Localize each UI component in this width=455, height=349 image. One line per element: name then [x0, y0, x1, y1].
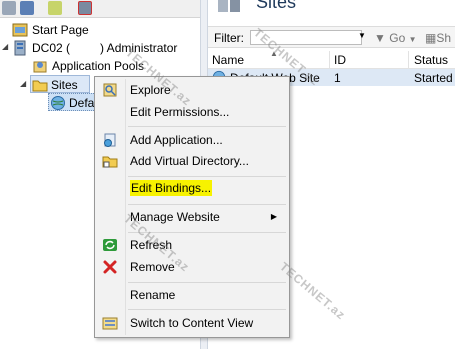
server-icon: [14, 40, 26, 56]
funnel-icon: ▼: [374, 31, 386, 45]
toolbar-button-1[interactable]: [2, 1, 16, 15]
cell-status: Started: [414, 71, 453, 85]
menu-item-rename[interactable]: Rename: [97, 284, 287, 306]
menu-item-remove[interactable]: Remove: [97, 256, 287, 278]
connect-icon[interactable]: [78, 1, 92, 15]
column-header-id[interactable]: ID: [334, 53, 346, 67]
column-separator[interactable]: [408, 51, 409, 69]
menu-separator: [128, 309, 286, 310]
menu-separator: [128, 282, 286, 283]
menu-item-edit-bindings[interactable]: Edit Bindings...: [97, 177, 287, 199]
explore-icon: [103, 83, 117, 97]
remove-icon: [103, 260, 117, 274]
menu-item-label: Switch to Content View: [130, 316, 254, 330]
filter-label: Filter:: [214, 31, 244, 45]
menu-item-edit-permissions[interactable]: Edit Permissions...: [97, 101, 287, 123]
application-pools-icon: [33, 61, 47, 73]
add-application-icon: [104, 133, 116, 147]
tree-item-label: Sites: [51, 78, 78, 92]
show-icon: ▦: [425, 31, 437, 45]
collapse-icon[interactable]: ◢: [20, 80, 28, 88]
grid-header: Name ▲ ID Status: [208, 49, 455, 69]
menu-separator: [128, 126, 286, 127]
sites-header-icon: [218, 0, 240, 12]
sites-header: Sites: [208, 0, 455, 22]
context-menu: Explore Edit Permissions... Add Applicat…: [94, 76, 290, 338]
save-icon[interactable]: [20, 1, 34, 15]
menu-item-refresh[interactable]: Refresh: [97, 234, 287, 256]
content-view-icon: [102, 317, 118, 330]
cell-id: 1: [334, 71, 341, 85]
show-label: Sh: [436, 31, 452, 45]
connections-toolbar: [0, 0, 200, 18]
refresh-icon: [103, 239, 117, 251]
tree-item-sites[interactable]: Sites: [30, 75, 90, 93]
tree-item-label: Defa: [69, 96, 95, 110]
tree-item-label: Start Page: [32, 23, 89, 37]
show-all-button[interactable]: ▦Sh: [425, 31, 451, 45]
tree-item-server[interactable]: DC02 ( ) Administrator: [12, 39, 200, 57]
globe-icon: [51, 96, 65, 110]
menu-item-label: Add Virtual Directory...: [130, 154, 249, 168]
column-separator[interactable]: [329, 51, 330, 69]
menu-item-switch-to-content-view[interactable]: Switch to Content View: [97, 312, 287, 334]
add-virtual-directory-icon: [102, 156, 118, 168]
start-page-icon: [12, 23, 28, 37]
menu-item-add-application[interactable]: Add Application...: [97, 129, 287, 151]
menu-item-label: Edit Bindings...: [130, 180, 213, 196]
column-header-name[interactable]: Name: [212, 53, 244, 67]
menu-item-label-wrap: Edit Bindings...: [130, 177, 213, 199]
tree-item-start-page[interactable]: Start Page: [12, 21, 132, 39]
go-label: Go: [389, 31, 406, 45]
chevron-down-icon: ▼: [408, 35, 417, 44]
page-title: Sites: [256, 0, 297, 12]
menu-item-add-virtual-directory[interactable]: Add Virtual Directory...: [97, 150, 287, 172]
tree-item-label: DC02 ( ) Administrator: [32, 41, 178, 55]
go-button[interactable]: ▼ Go ▼: [374, 31, 417, 45]
menu-item-label: Add Application...: [130, 133, 223, 147]
toolbar-button-3[interactable]: [48, 1, 62, 15]
chevron-right-icon: ▶: [270, 212, 277, 221]
filter-bar: Filter: ▼ ▼ Go ▼ ▦Sh: [208, 26, 455, 48]
column-header-status[interactable]: Status: [414, 53, 448, 67]
menu-separator: [128, 204, 286, 205]
sites-folder-icon: [32, 80, 48, 92]
collapse-icon[interactable]: ◢: [2, 43, 10, 51]
chevron-down-icon[interactable]: ▼: [358, 31, 366, 40]
menu-item-label: Rename: [130, 288, 176, 302]
